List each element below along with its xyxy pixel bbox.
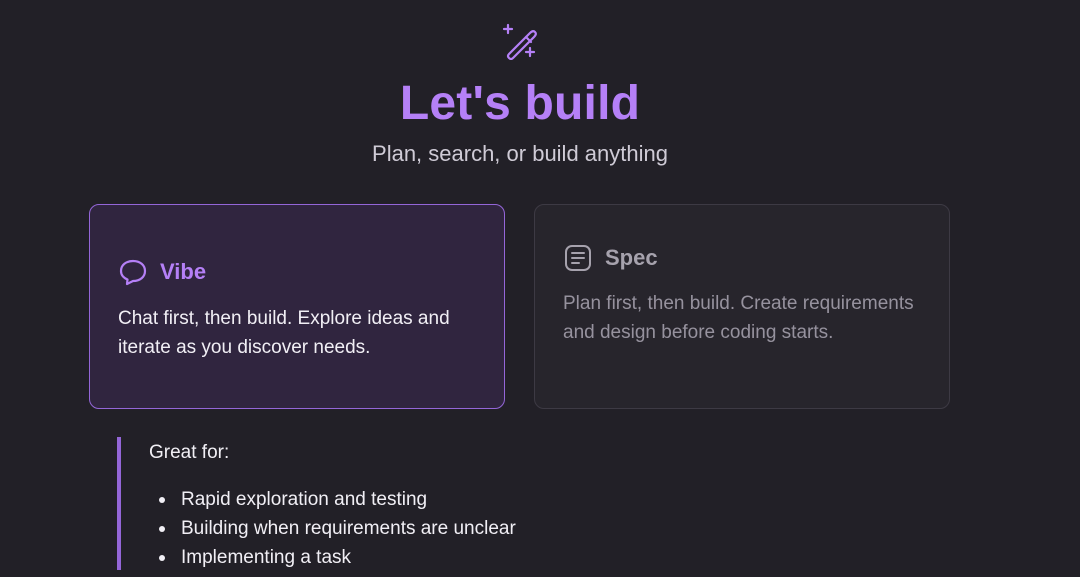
document-lines-icon [565,245,591,271]
great-for-list: Rapid exploration and testing Building w… [159,485,516,572]
vibe-mode-card[interactable]: Vibe Chat first, then build. Explore ide… [89,204,505,409]
great-for-title: Great for: [149,442,230,463]
spec-mode-card[interactable]: Spec Plan first, then build. Create requ… [534,204,950,409]
list-item: Rapid exploration and testing [159,485,516,514]
page: Let's build Plan, search, or build anyth… [0,0,1080,577]
magic-wand-icon [502,23,537,60]
chat-bubble-icon [119,259,147,286]
spec-card-header: Spec [563,243,658,273]
page-title: Let's build [399,77,641,130]
vibe-card-title: Vibe [160,259,207,284]
great-for-panel: Great for: Rapid exploration and testing… [117,437,717,570]
list-item: Building when requirements are unclear [159,514,516,543]
spec-card-title: Spec [605,245,658,270]
spec-card-description: Plan first, then build. Create requireme… [563,293,914,343]
list-item: Implementing a task [159,543,516,572]
vibe-card-header: Vibe [118,257,206,287]
page-subtitle: Plan, search, or build anything [372,141,668,166]
vibe-card-description: Chat first, then build. Explore ideas an… [118,308,450,358]
